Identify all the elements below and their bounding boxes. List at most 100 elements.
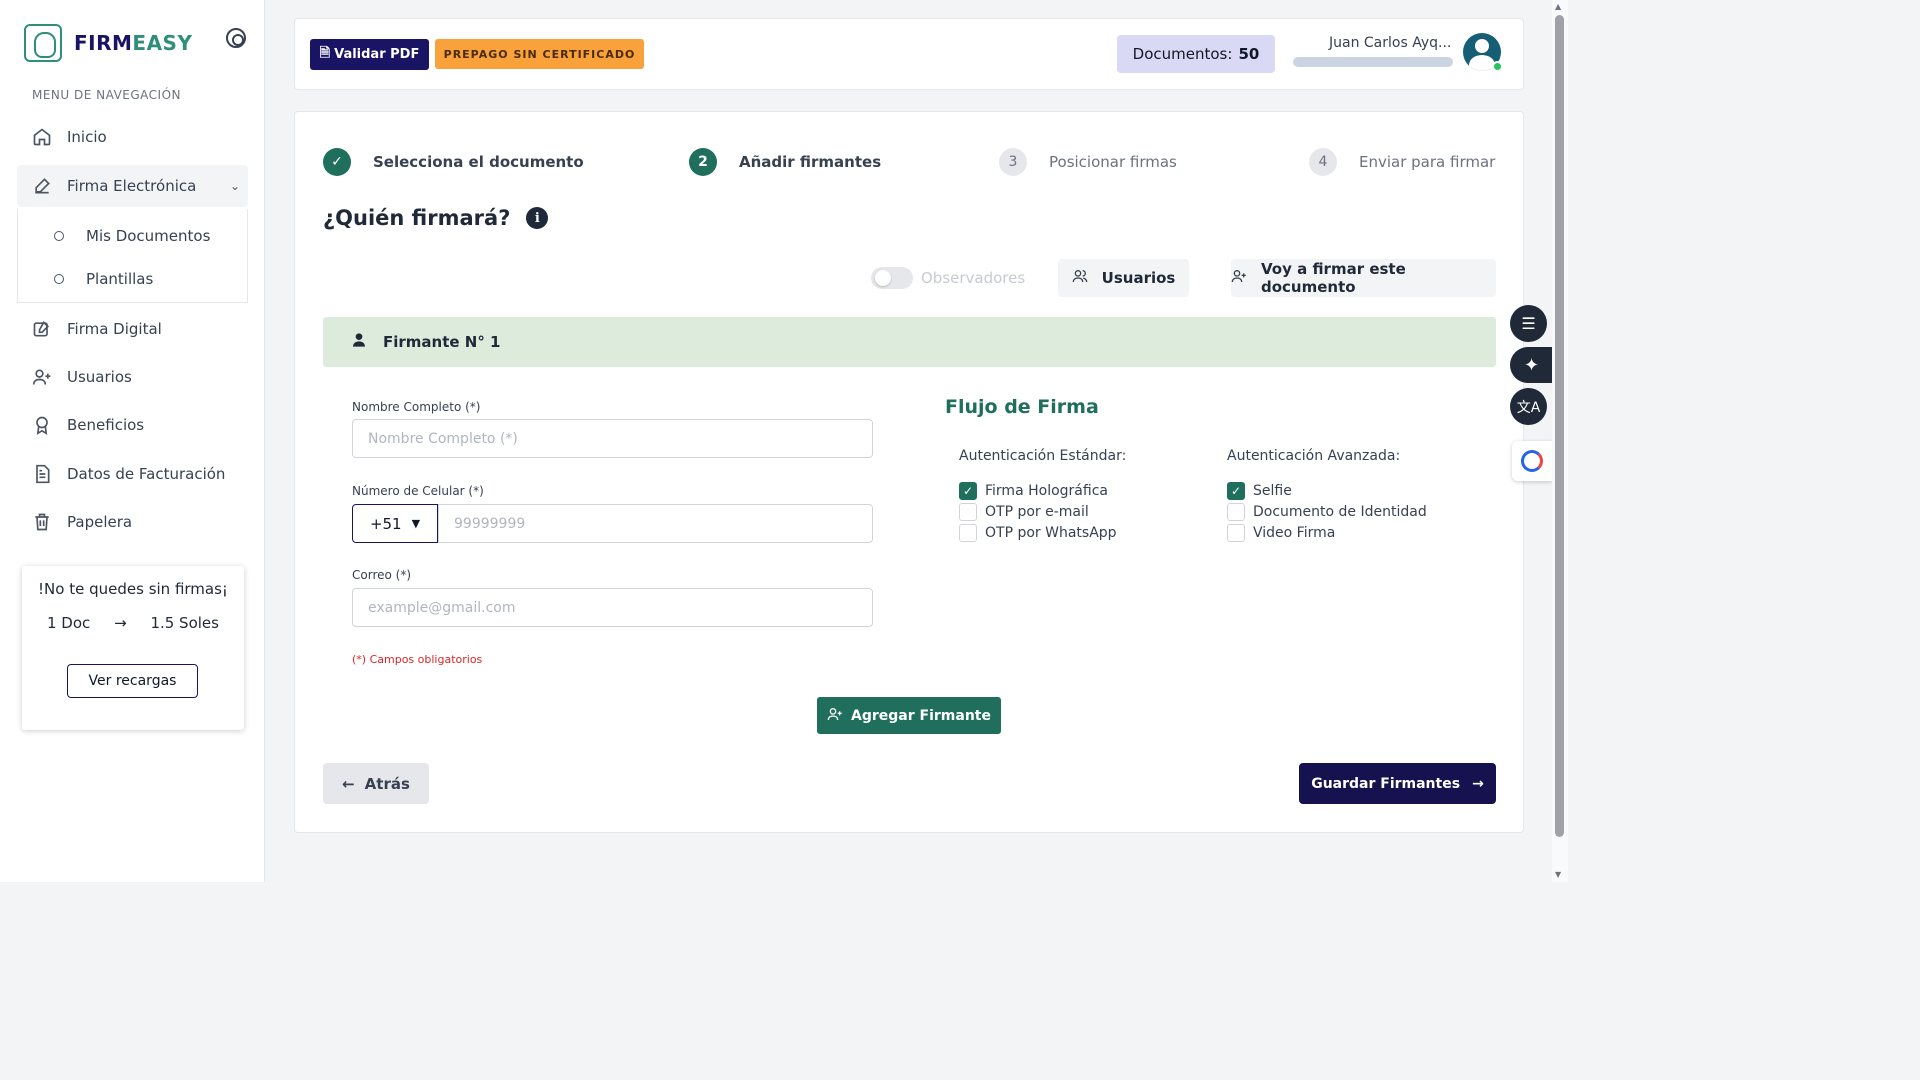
- checkbox-checked[interactable]: ✓: [959, 482, 977, 500]
- validar-pdf-label: Validar PDF: [334, 47, 420, 62]
- ver-recargas-button[interactable]: Ver recargas: [67, 664, 198, 698]
- add-signer-button[interactable]: Agregar Firmante: [817, 697, 1001, 734]
- signer-header: Firmante N° 1: [323, 317, 1496, 367]
- scrollbar-thumb[interactable]: [1555, 15, 1564, 837]
- sidebar-item-label: Papelera: [67, 513, 133, 531]
- save-button-label: Guardar Firmantes: [1311, 775, 1461, 792]
- signers-card: ✓ Selecciona el documento 2 Añadir firma…: [294, 111, 1524, 833]
- chevron-down-icon: ⌄: [229, 179, 240, 193]
- step-1: ✓ Selecciona el documento: [323, 148, 584, 176]
- self-sign-button[interactable]: Voy a firmar este documento: [1231, 259, 1496, 297]
- sidebar: FIRMEASY MENU DE NAVEGACIÓN Inicio Firma…: [0, 0, 265, 882]
- sidebar-item-firma-digital[interactable]: Firma Digital: [17, 308, 248, 350]
- step-3: 3 Posicionar firmas: [999, 148, 1177, 176]
- checkbox[interactable]: [1227, 524, 1245, 542]
- translate-icon[interactable]: 文A: [1510, 388, 1547, 425]
- back-button[interactable]: ← Atrás: [323, 763, 429, 804]
- circle-icon: [54, 231, 64, 241]
- option-label: Documento de Identidad: [1253, 504, 1427, 520]
- users-icon: [1072, 268, 1088, 288]
- check-icon: ✓: [323, 148, 351, 176]
- sidebar-toggle-icon[interactable]: [226, 28, 246, 48]
- sidebar-item-label: Datos de Facturación: [67, 465, 226, 483]
- option-selfie[interactable]: ✓ Selfie: [1227, 482, 1292, 500]
- self-sign-button-label: Voy a firmar este documento: [1261, 260, 1406, 296]
- sidebar-item-label: Beneficios: [67, 416, 145, 434]
- promo-doc: 1 Doc: [47, 614, 91, 632]
- documents-count-badge: Documentos: 50: [1117, 35, 1275, 73]
- submenu-item-label: Plantillas: [86, 270, 154, 288]
- circle-icon: [54, 274, 64, 284]
- info-icon[interactable]: i: [526, 207, 549, 229]
- top-header: 🗎 Validar PDF PREPAGO SIN CERTIFICADO Do…: [294, 18, 1524, 90]
- checkbox-checked[interactable]: ✓: [1227, 482, 1245, 500]
- save-signers-button[interactable]: Guardar Firmantes →: [1299, 763, 1496, 804]
- page-title: ¿Quién firmará? i: [323, 206, 549, 230]
- phone-label: Número de Celular (*): [352, 484, 484, 498]
- submenu-item-plantillas[interactable]: Plantillas: [54, 270, 153, 288]
- option-otp-email[interactable]: OTP por e-mail: [959, 503, 1089, 521]
- option-firma-holografica[interactable]: ✓ Firma Holográfica: [959, 482, 1108, 500]
- option-documento-identidad[interactable]: Documento de Identidad: [1227, 503, 1427, 521]
- user-plus-icon: [1231, 268, 1247, 288]
- name-input[interactable]: [352, 419, 873, 458]
- arrow-right-icon: →: [114, 614, 127, 632]
- checkbox[interactable]: [959, 503, 977, 521]
- scroll-down-icon[interactable]: ▼: [1555, 870, 1561, 879]
- advanced-auth-title: Autenticación Avanzada:: [1227, 448, 1401, 464]
- submenu-item-mis-documentos[interactable]: Mis Documentos: [54, 227, 210, 245]
- step-number: 4: [1309, 148, 1337, 176]
- step-4: 4 Enviar para firmar: [1309, 148, 1495, 176]
- email-label: Correo (*): [352, 568, 412, 582]
- sidebar-item-firma-electronica[interactable]: Firma Electrónica ⌄: [17, 165, 248, 207]
- user-icon: [351, 332, 367, 352]
- checkbox[interactable]: [1227, 503, 1245, 521]
- sidebar-item-papelera[interactable]: Papelera: [17, 501, 248, 543]
- country-code-value: +51: [369, 514, 402, 533]
- submenu-firma-electronica: Mis Documentos Plantillas: [17, 209, 248, 303]
- user-name[interactable]: Juan Carlos Ayq...: [1329, 35, 1451, 51]
- scroll-up-icon[interactable]: ▲: [1555, 2, 1561, 11]
- document-icon: 🗎: [319, 45, 331, 61]
- submenu-item-label: Mis Documentos: [86, 227, 211, 245]
- checkbox[interactable]: [959, 524, 977, 542]
- sync-icon[interactable]: [1512, 441, 1552, 481]
- option-label: Video Firma: [1253, 525, 1336, 541]
- logo-text: FIRMEASY: [74, 31, 192, 55]
- sidebar-item-inicio[interactable]: Inicio: [17, 116, 248, 158]
- accessibility-menu-icon[interactable]: ☰: [1510, 305, 1547, 342]
- edit-icon: [31, 318, 53, 340]
- validar-pdf-button[interactable]: 🗎 Validar PDF: [310, 39, 429, 70]
- promo-price: 1.5 Soles: [150, 614, 219, 632]
- fingerprint-logo-icon: [24, 24, 62, 62]
- back-button-label: Atrás: [364, 774, 410, 793]
- logo[interactable]: FIRMEASY: [24, 24, 192, 62]
- ai-sparkle-icon[interactable]: ✦: [1510, 347, 1553, 383]
- email-input[interactable]: [352, 588, 873, 627]
- step-label: Posicionar firmas: [1049, 153, 1177, 171]
- observers-label: Observadores: [921, 269, 1026, 287]
- country-code-select[interactable]: +51 ▼: [352, 504, 438, 543]
- option-video-firma[interactable]: Video Firma: [1227, 524, 1335, 542]
- file-text-icon: [31, 463, 53, 485]
- step-label: Añadir firmantes: [739, 153, 882, 171]
- sidebar-item-beneficios[interactable]: Beneficios: [17, 404, 248, 446]
- phone-input[interactable]: [438, 504, 873, 543]
- pen-icon: [31, 175, 53, 197]
- sidebar-item-facturacion[interactable]: Datos de Facturación: [17, 453, 248, 495]
- home-icon: [31, 126, 53, 148]
- arrow-right-icon: →: [1472, 775, 1484, 792]
- standard-auth-title: Autenticación Estándar:: [959, 448, 1127, 464]
- sidebar-item-usuarios[interactable]: Usuarios: [17, 356, 248, 398]
- option-label: Firma Holográfica: [985, 483, 1108, 499]
- plan-badge: PREPAGO SIN CERTIFICADO: [435, 39, 644, 69]
- option-otp-whatsapp[interactable]: OTP por WhatsApp: [959, 524, 1117, 542]
- trash-icon: [31, 511, 53, 533]
- usuarios-button[interactable]: Usuarios: [1058, 259, 1189, 297]
- flow-title: Flujo de Firma: [945, 396, 1099, 418]
- logo-text-part1: FIRM: [74, 31, 133, 55]
- sidebar-item-label: Firma Electrónica: [67, 177, 197, 195]
- observers-toggle[interactable]: [871, 267, 913, 289]
- step-label: Enviar para firmar: [1359, 153, 1496, 171]
- user-plus-icon: [827, 706, 843, 726]
